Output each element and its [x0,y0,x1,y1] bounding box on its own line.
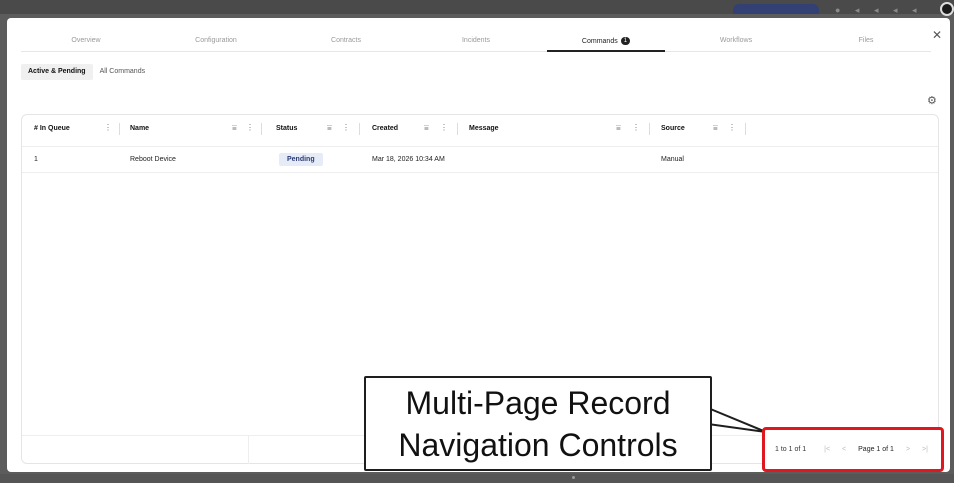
pagination-controls: 1 to 1 of 1 |< < Page 1 of 1 > >| [775,446,934,453]
table-row[interactable]: 1 Reboot Device Pending Mar 18, 2026 10:… [22,147,938,173]
record-range: 1 to 1 of 1 [775,446,807,453]
column-resize-handle[interactable] [457,123,458,135]
filter-icon[interactable]: ⩸ [424,123,429,133]
last-page-icon[interactable]: >| [922,446,928,453]
kebab-icon[interactable]: ⋮ [104,123,112,132]
scroll-indicator [572,476,575,479]
kebab-icon[interactable]: ⋮ [440,123,448,132]
column-resize-handle[interactable] [745,123,746,135]
callout-line-1: Multi-Page Record [405,385,671,421]
table-header: # In Queue ⋮ Name ⩸ ⋮ Status ⩸ ⋮ Created… [22,115,938,147]
app-top-bar: ● ◂ ◂ ◂ ◂ [0,0,954,16]
kebab-icon[interactable]: ⋮ [728,123,736,132]
annotation-callout: Multi-Page Record Navigation Controls [364,376,712,471]
filter-icon[interactable]: ⩸ [327,123,332,133]
column-header-source[interactable]: Source [661,125,685,132]
cell-source: Manual [661,156,684,163]
tab-configuration[interactable]: Configuration [151,34,281,51]
tab-commands[interactable]: Commands 1 [541,34,671,52]
cell-created: Mar 18, 2026 10:34 AM [372,156,445,163]
filter-icon[interactable]: ⩸ [616,123,621,133]
next-page-icon[interactable]: > [906,446,910,453]
cell-name: Reboot Device [130,156,176,163]
column-header-status[interactable]: Status [276,125,297,132]
tab-commands-label: Commands [581,38,618,45]
column-resize-handle[interactable] [359,123,360,135]
tab-files[interactable]: Files [801,34,931,51]
status-badge: Pending [279,153,323,166]
column-resize-handle[interactable] [261,123,262,135]
filter-icon[interactable]: ⩸ [713,123,718,133]
column-header-queue[interactable]: # In Queue [34,125,70,132]
gear-icon[interactable]: ⚙ [927,94,937,107]
first-page-icon[interactable]: |< [824,446,830,453]
tab-incidents[interactable]: Incidents [411,34,541,51]
column-resize-handle[interactable] [119,123,120,135]
commands-count-badge: 1 [620,37,631,45]
callout-line-2: Navigation Controls [398,427,678,463]
kebab-icon[interactable]: ⋮ [246,123,254,132]
filter-icon[interactable]: ⩸ [232,123,237,133]
column-resize-handle[interactable] [649,123,650,135]
subtab-active-pending[interactable]: Active & Pending [21,64,93,80]
kebab-icon[interactable]: ⋮ [342,123,350,132]
toolbar-icons: ● ◂ ◂ ◂ ◂ [835,5,923,15]
app-bottom-bar [0,474,954,483]
footer-divider [248,436,249,464]
column-header-name[interactable]: Name [130,125,149,132]
tab-contracts[interactable]: Contracts [281,34,411,51]
top-action-button[interactable] [733,4,819,14]
tab-overview[interactable]: Overview [21,34,151,51]
kebab-icon[interactable]: ⋮ [632,123,640,132]
column-header-created[interactable]: Created [372,125,398,132]
command-filter-tabs: Active & Pending All Commands [21,64,152,80]
avatar[interactable] [940,2,954,16]
subtab-all-commands[interactable]: All Commands [93,64,153,80]
page-indicator: Page 1 of 1 [858,446,894,453]
tab-workflows[interactable]: Workflows [671,34,801,51]
cell-queue: 1 [34,156,38,163]
column-header-message[interactable]: Message [469,125,499,132]
pagination-highlight: 1 to 1 of 1 |< < Page 1 of 1 > >| [762,427,944,472]
close-icon[interactable]: ✕ [932,28,942,42]
tab-bar: Overview Configuration Contracts Inciden… [21,34,931,52]
prev-page-icon[interactable]: < [842,446,846,453]
